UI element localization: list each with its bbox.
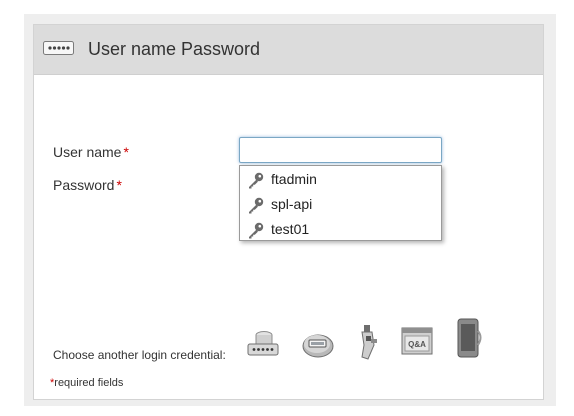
username-input[interactable] <box>239 137 442 163</box>
password-dots-icon <box>43 41 74 55</box>
autocomplete-item-test01[interactable]: test01 <box>240 217 441 242</box>
otp-token-icon[interactable] <box>300 329 336 361</box>
password-label-text: Password <box>53 177 115 193</box>
panel-header: User name Password <box>34 25 543 75</box>
login-panel: User name Password User name * Password * … <box>33 24 544 400</box>
key-icon <box>249 172 264 189</box>
mobile-phone-icon[interactable] <box>452 317 486 361</box>
required-fields-note: *required fields <box>50 377 123 389</box>
choose-credential-label: Choose another login credential: <box>53 348 226 362</box>
required-fields-text: required fields <box>54 377 124 389</box>
required-marker: * <box>116 177 122 193</box>
autocomplete-item-label: spl-api <box>271 196 313 212</box>
svg-text:Q&A: Q&A <box>408 340 426 349</box>
autocomplete-item-spl-api[interactable]: spl-api <box>240 192 441 217</box>
username-label: User name * <box>53 144 129 160</box>
smart-card-icon[interactable] <box>356 323 380 361</box>
autocomplete-item-ftadmin[interactable]: ftadmin <box>240 167 441 192</box>
password-database-icon[interactable] <box>244 329 282 363</box>
autocomplete-dropdown: ftadmin spl-api test01 <box>239 165 442 241</box>
qa-security-questions-icon[interactable]: Q&A <box>400 325 434 357</box>
autocomplete-item-label: test01 <box>271 221 310 237</box>
key-icon <box>249 197 264 214</box>
password-label: Password * <box>53 177 122 193</box>
username-label-text: User name <box>53 144 122 160</box>
key-icon <box>249 222 264 239</box>
page-title: User name Password <box>88 39 261 59</box>
required-marker: * <box>123 144 129 160</box>
autocomplete-item-label: ftadmin <box>271 171 317 187</box>
